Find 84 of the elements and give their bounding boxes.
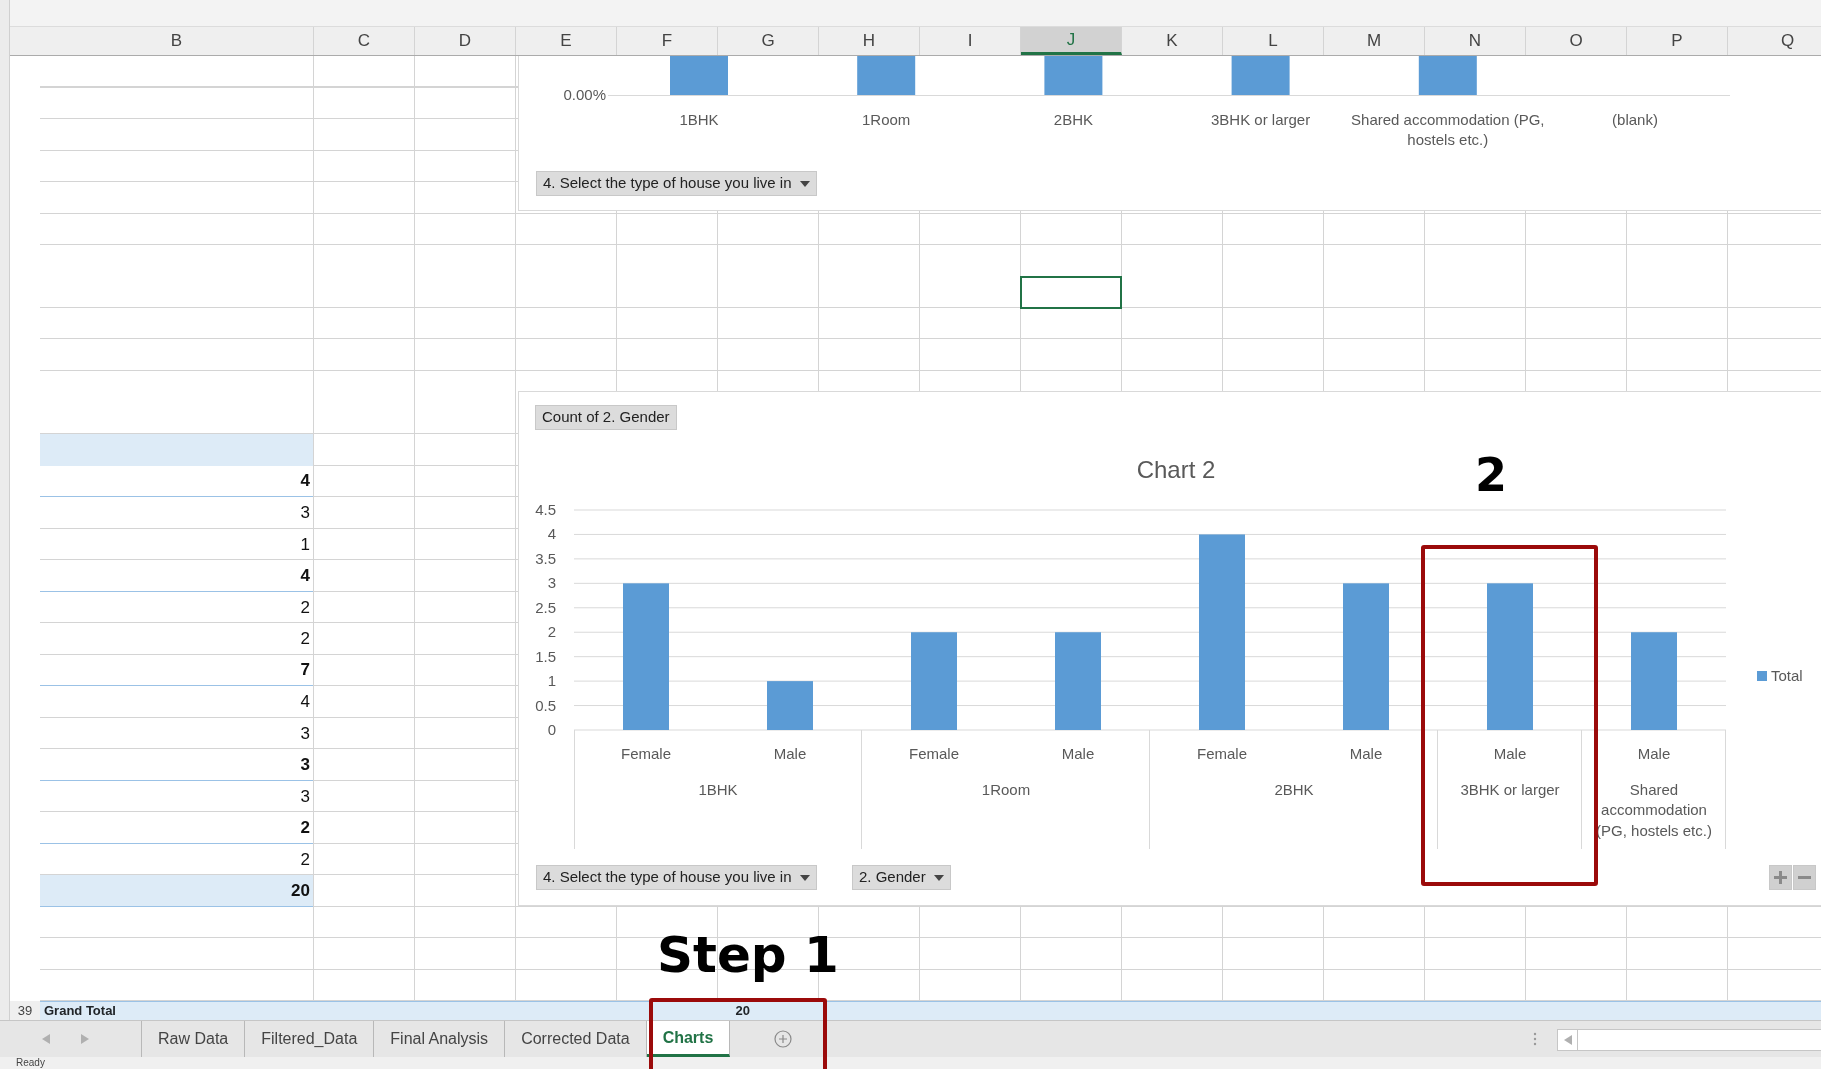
plus-icon [1774, 871, 1787, 884]
axis-label: Shared accommodation (PG, hostels etc.) [1350, 110, 1546, 151]
field-button[interactable]: 4. Select the type of house you live in [536, 171, 817, 196]
tick-label: 2.5 [535, 597, 556, 618]
scroll-right-icon[interactable] [81, 1034, 89, 1044]
table-cell: 2 [40, 812, 313, 844]
tick-label: 1 [547, 671, 556, 692]
scroll-left-icon[interactable] [42, 1034, 50, 1044]
axis-label: Male [1061, 744, 1095, 764]
table-cell: 3 [40, 749, 313, 781]
tick-label: 0 [547, 720, 556, 740]
plus-circle-icon[interactable] [774, 1030, 793, 1048]
table-cell: 4 [40, 465, 313, 497]
tick-label: 4 [547, 524, 556, 545]
column-header[interactable]: G [718, 27, 819, 55]
axis-label: Female [909, 744, 959, 764]
axis-label: 1Room [861, 110, 912, 130]
caret-icon[interactable] [1563, 1035, 1572, 1045]
table-cell-text: Grand Total [43, 1002, 117, 1020]
tick-label: 2 [547, 622, 556, 643]
table-cell: 20 [40, 875, 313, 907]
expand-button[interactable] [1769, 865, 1792, 890]
axis-label: Male [1493, 744, 1527, 764]
caret-icon [799, 180, 810, 187]
annotation-label: 2 [1475, 452, 1507, 498]
tick-label: 3.5 [535, 548, 556, 569]
column-header[interactable]: P [1627, 27, 1728, 55]
axis-label: 1Room [980, 780, 1032, 800]
axis-label: 1BHK [697, 780, 739, 800]
field-button[interactable]: 2. Gender [852, 865, 951, 890]
column-header[interactable]: O [1526, 27, 1627, 55]
table-cell-text: 4 [299, 691, 311, 713]
column-header[interactable]: F [617, 27, 718, 55]
row-number: 39 [10, 1001, 40, 1020]
status-text: Ready [0, 1057, 1821, 1069]
chart-title: Chart 2 [1136, 455, 1216, 485]
horizontal-scrollbar[interactable] [1557, 1029, 1821, 1051]
column-header[interactable]: Q [1728, 27, 1821, 55]
axis-label: 0.00% [563, 85, 606, 105]
vertical-dots-icon[interactable] [1533, 1032, 1537, 1046]
tick-label: 0.5 [535, 695, 556, 716]
column-header[interactable]: D [415, 27, 516, 55]
table-cell-text: 1 [299, 533, 311, 556]
column-header[interactable]: J [1021, 27, 1122, 55]
selected-cell[interactable] [1020, 275, 1122, 309]
annotation-label: Step 1 [657, 930, 839, 980]
column-header[interactable]: N [1425, 27, 1526, 55]
field-button[interactable]: 4. Select the type of house you live in [536, 865, 817, 890]
chart-bar [767, 681, 813, 730]
table-cell-text: 3 [299, 722, 311, 745]
table-cell-text: 2 [299, 596, 311, 619]
legend-marker [1757, 671, 1767, 682]
value-field-button[interactable]: Count of 2. Gender [535, 405, 677, 430]
caret-icon [799, 874, 810, 881]
tick-label: 3 [547, 573, 556, 594]
axis-label: 2BHK [1052, 110, 1094, 130]
tick-label: 4.5 [535, 500, 556, 520]
collapse-button[interactable] [1793, 865, 1816, 890]
caret-icon [933, 874, 944, 881]
column-header[interactable]: C [314, 27, 415, 55]
table-cell-text: 2 [299, 628, 311, 650]
axis-label: Male [1349, 744, 1383, 764]
axis-label: Female [621, 744, 671, 764]
column-header[interactable]: K [1122, 27, 1223, 55]
table-cell-text: 3 [299, 785, 311, 808]
axis-label: Male [1637, 744, 1671, 764]
column-header[interactable]: E [516, 27, 617, 55]
axis-label: Female [1197, 744, 1247, 764]
axis-label: 3BHK or larger [1459, 780, 1561, 800]
axis-label: 2BHK [1273, 780, 1315, 800]
sheet-tab[interactable]: Charts [646, 1021, 731, 1057]
column-header[interactable]: H [819, 27, 920, 55]
column-header[interactable]: L [1223, 27, 1324, 55]
table-cell-text: 3 [299, 502, 311, 524]
column-header[interactable]: B [40, 27, 314, 55]
tick-label: 1.5 [535, 646, 556, 667]
legend-label: Total [1771, 666, 1803, 686]
table-cell-text: 2 [299, 848, 311, 871]
column-header[interactable]: M [1324, 27, 1425, 55]
axis-label: Male [773, 744, 807, 764]
axis-label: 1BHK [678, 110, 720, 130]
table-cell-text: 20 [734, 1002, 751, 1020]
table-cell: 7 [40, 654, 313, 686]
table-cell: 4 [40, 560, 313, 592]
